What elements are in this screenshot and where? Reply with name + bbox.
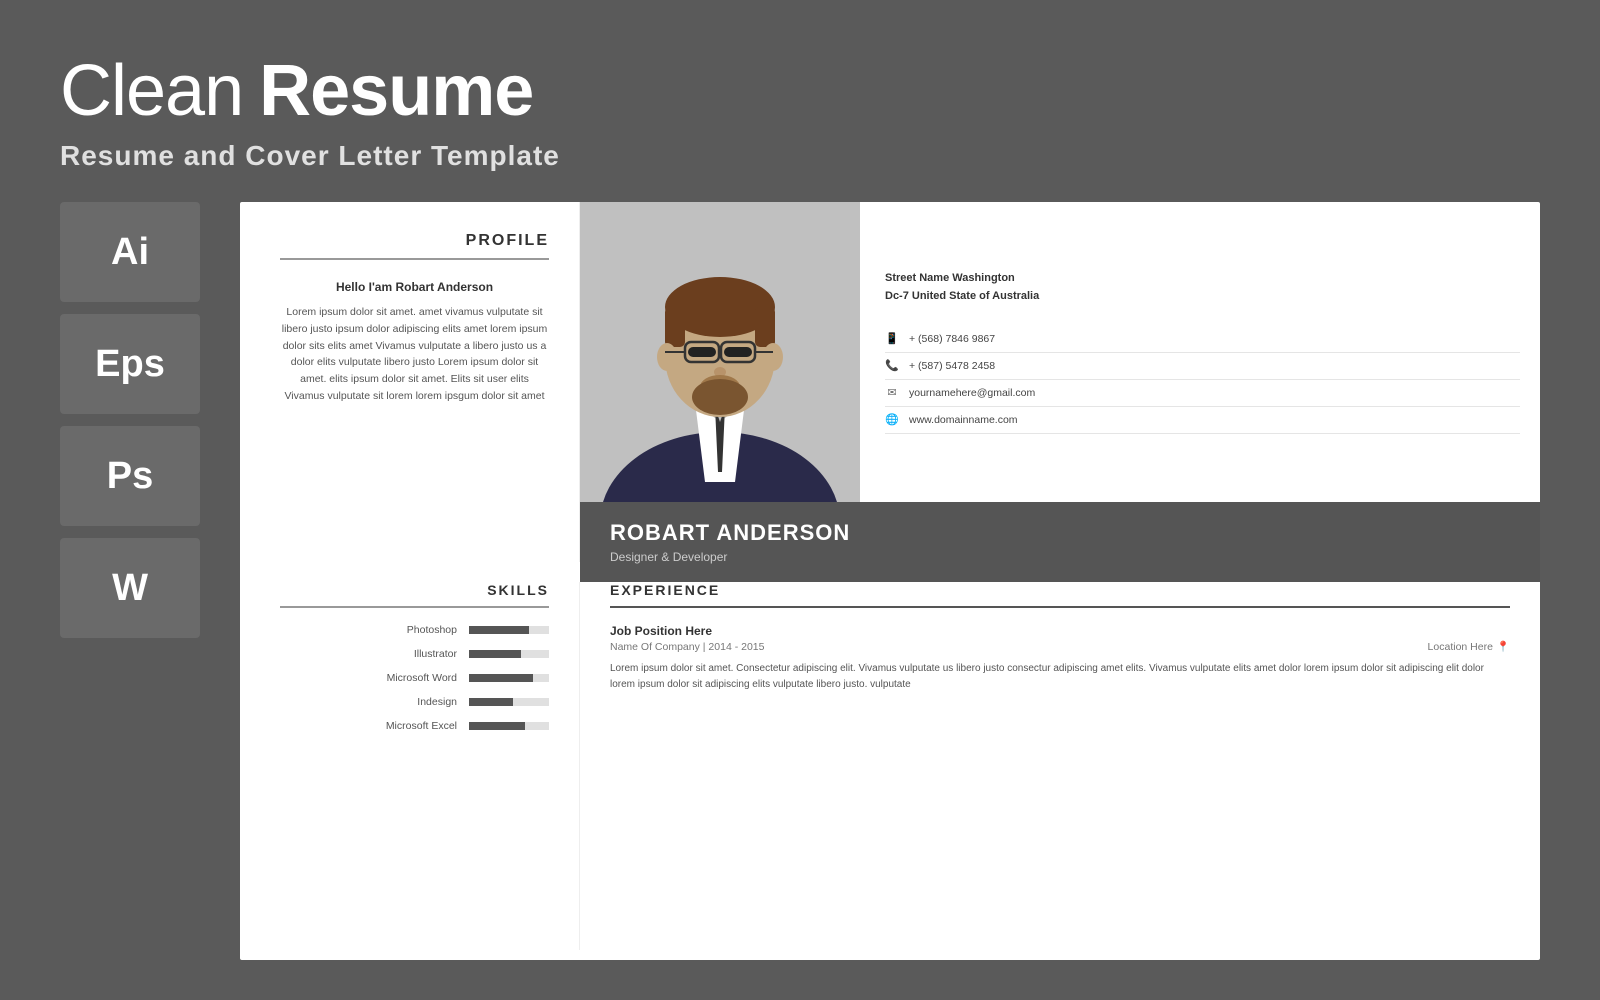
skill-name-indesign: Indesign xyxy=(417,696,457,708)
content-area: Ai Eps Ps W PROFILE Hello I'am Robart An… xyxy=(60,202,1540,960)
photo-placeholder xyxy=(580,202,860,502)
skill-fill-word xyxy=(469,674,533,682)
phone2-value: + (587) 5478 2458 xyxy=(909,360,995,372)
badge-eps-label: Eps xyxy=(95,343,165,386)
skills-section: SKILLS Photoshop Illustrator xyxy=(240,582,580,950)
page-container: Clean Resume Resume and Cover Letter Tem… xyxy=(0,0,1600,1000)
experience-title: EXPERIENCE xyxy=(610,582,1510,608)
photo-section: Street Name Washington Dc-7 United State… xyxy=(580,202,1540,562)
skill-bar-word xyxy=(469,674,549,682)
skill-item-photoshop: Photoshop xyxy=(280,624,549,636)
skill-fill-illustrator xyxy=(469,650,521,658)
person-job-title: Designer & Developer xyxy=(610,550,1510,564)
job-location-text: Location Here xyxy=(1428,641,1493,653)
title-row: Clean Resume xyxy=(60,50,1540,132)
landline-icon: 📞 xyxy=(885,359,899,373)
job-title: Job Position Here xyxy=(610,624,1510,638)
skill-fill-indesign xyxy=(469,698,513,706)
job-company: Name Of Company | 2014 - 2015 xyxy=(610,641,764,653)
skill-name-photoshop: Photoshop xyxy=(407,624,457,636)
profile-section-title: PROFILE xyxy=(280,232,549,260)
profile-description: Lorem ipsum dolor sit amet. amet vivamus… xyxy=(280,304,549,405)
contact-email: ✉ yournamehere@gmail.com xyxy=(885,380,1520,407)
badge-ai-label: Ai xyxy=(111,231,149,274)
skill-fill-photoshop xyxy=(469,626,529,634)
format-badge-w: W xyxy=(60,538,200,638)
skill-fill-excel xyxy=(469,722,525,730)
skill-item-indesign: Indesign xyxy=(280,696,549,708)
format-badge-ps: Ps xyxy=(60,426,200,526)
profile-section: PROFILE Hello I'am Robart Anderson Lorem… xyxy=(240,202,580,562)
resume-top: PROFILE Hello I'am Robart Anderson Lorem… xyxy=(240,202,1540,562)
address-line1: Street Name Washington xyxy=(885,270,1520,288)
profile-hello: Hello I'am Robart Anderson xyxy=(280,280,549,294)
phone-icon: 📱 xyxy=(885,332,899,346)
skill-name-excel: Microsoft Excel xyxy=(386,720,457,732)
email-value: yournamehere@gmail.com xyxy=(909,387,1035,399)
title-clean: Clean xyxy=(60,50,243,132)
skill-item-illustrator: Illustrator xyxy=(280,648,549,660)
skill-item-word: Microsoft Word xyxy=(280,672,549,684)
contact-info: Street Name Washington Dc-7 United State… xyxy=(860,202,1540,502)
job-location: Location Here 📍 xyxy=(1428,640,1510,653)
location-pin-icon: 📍 xyxy=(1497,640,1510,653)
resume-bottom: SKILLS Photoshop Illustrator xyxy=(240,562,1540,960)
contact-website: 🌐 www.domainname.com xyxy=(885,407,1520,434)
skill-bar-excel xyxy=(469,722,549,730)
format-badge-eps: Eps xyxy=(60,314,200,414)
subtitle: Resume and Cover Letter Template xyxy=(60,140,1540,172)
photo-and-info: Street Name Washington Dc-7 United State… xyxy=(580,202,1540,502)
job-description: Lorem ipsum dolor sit amet. Consectetur … xyxy=(610,661,1510,693)
badge-ps-label: Ps xyxy=(107,455,153,498)
format-badge-ai: Ai xyxy=(60,202,200,302)
email-icon: ✉ xyxy=(885,386,899,400)
job-meta: Name Of Company | 2014 - 2015 Location H… xyxy=(610,640,1510,653)
resume-preview: PROFILE Hello I'am Robart Anderson Lorem… xyxy=(240,202,1540,960)
skills-title: SKILLS xyxy=(280,582,549,608)
skill-bar-photoshop xyxy=(469,626,549,634)
contact-phone2: 📞 + (587) 5478 2458 xyxy=(885,353,1520,380)
badge-w-label: W xyxy=(112,567,148,610)
header: Clean Resume Resume and Cover Letter Tem… xyxy=(60,50,1540,172)
skill-name-illustrator: Illustrator xyxy=(414,648,457,660)
contact-phone1: 📱 + (568) 7846 9867 xyxy=(885,326,1520,353)
experience-section: EXPERIENCE Job Position Here Name Of Com… xyxy=(580,582,1540,950)
skill-item-excel: Microsoft Excel xyxy=(280,720,549,732)
skill-bar-illustrator xyxy=(469,650,549,658)
website-value: www.domainname.com xyxy=(909,414,1018,426)
title-bold: Resume xyxy=(259,50,533,132)
icons-column: Ai Eps Ps W xyxy=(60,202,200,960)
name-banner: ROBART ANDERSON Designer & Developer xyxy=(580,502,1540,582)
address-line2: Dc-7 United State of Australia xyxy=(885,288,1520,306)
skill-name-word: Microsoft Word xyxy=(387,672,457,684)
photo-container xyxy=(580,202,860,502)
phone1-value: + (568) 7846 9867 xyxy=(909,333,995,345)
contact-address: Street Name Washington Dc-7 United State… xyxy=(885,270,1520,305)
web-icon: 🌐 xyxy=(885,413,899,427)
person-name: ROBART ANDERSON xyxy=(610,520,1510,546)
skill-bar-indesign xyxy=(469,698,549,706)
